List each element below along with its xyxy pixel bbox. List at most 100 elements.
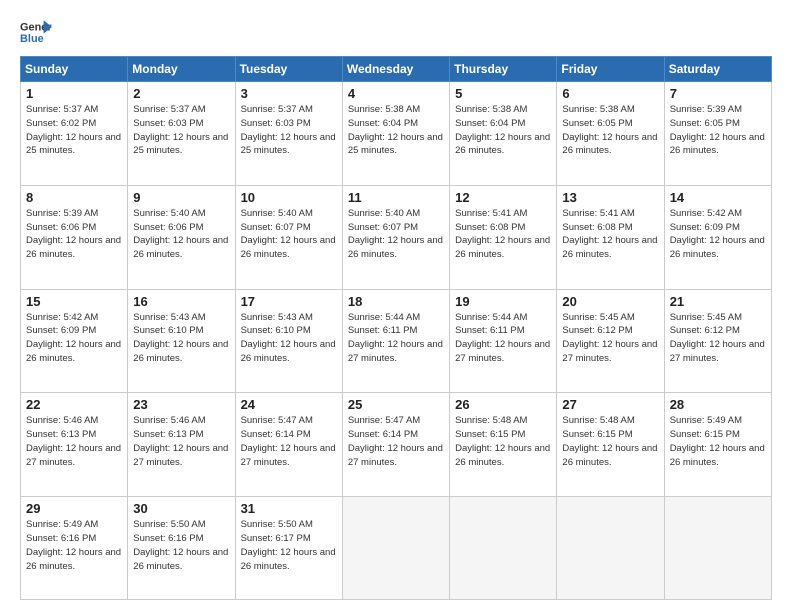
day-number: 24 [241,397,337,412]
weekday-tuesday: Tuesday [235,57,342,82]
week-row-2: 15 Sunrise: 5:42 AMSunset: 6:09 PMDayligh… [21,289,772,393]
day-cell-11: 11 Sunrise: 5:40 AMSunset: 6:07 PMDayligh… [342,185,449,289]
day-number: 15 [26,294,122,309]
day-number: 23 [133,397,229,412]
day-cell-21: 21Sunrise: 5:45 AMSunset: 6:12 PMDayligh… [664,289,771,393]
day-cell-28: 28Sunrise: 5:49 AMSunset: 6:15 PMDayligh… [664,393,771,497]
empty-cell [664,497,771,600]
empty-cell [557,497,664,600]
day-cell-12: 12 Sunrise: 5:41 AMSunset: 6:08 PMDayligh… [450,185,557,289]
day-cell-30: 30 Sunrise: 5:50 AMSunset: 6:16 PMDayligh… [128,497,235,600]
day-info: Sunrise: 5:40 AMSunset: 6:06 PMDaylight:… [133,207,229,262]
day-number: 28 [670,397,766,412]
page: General Blue SundayMondayTuesdayWednesda… [0,0,792,612]
day-info: Sunrise: 5:50 AMSunset: 6:16 PMDaylight:… [133,518,229,573]
day-cell-16: 16 Sunrise: 5:43 AMSunset: 6:10 PMDayligh… [128,289,235,393]
logo-icon: General Blue [20,18,52,46]
day-info: Sunrise: 5:42 AMSunset: 6:09 PMDaylight:… [26,311,122,366]
day-info: Sunrise: 5:47 AMSunset: 6:14 PMDaylight:… [241,414,337,469]
day-info: Sunrise: 5:48 AMSunset: 6:15 PMDaylight:… [455,414,551,469]
day-number: 18 [348,294,444,309]
day-info: Sunrise: 5:42 AMSunset: 6:09 PMDaylight:… [670,207,766,262]
empty-cell [342,497,449,600]
logo: General Blue [20,18,52,46]
week-row-1: 8 Sunrise: 5:39 AMSunset: 6:06 PMDaylight… [21,185,772,289]
header: General Blue [20,18,772,46]
day-cell-3: 3 Sunrise: 5:37 AMSunset: 6:03 PMDaylight… [235,82,342,186]
day-cell-23: 23 Sunrise: 5:46 AMSunset: 6:13 PMDayligh… [128,393,235,497]
day-number: 27 [562,397,658,412]
weekday-sunday: Sunday [21,57,128,82]
day-info: Sunrise: 5:46 AMSunset: 6:13 PMDaylight:… [26,414,122,469]
day-cell-1: 1 Sunrise: 5:37 AMSunset: 6:02 PMDaylight… [21,82,128,186]
day-cell-17: 17 Sunrise: 5:43 AMSunset: 6:10 PMDayligh… [235,289,342,393]
empty-cell [450,497,557,600]
day-number: 7 [670,86,766,101]
day-number: 8 [26,190,122,205]
day-number: 19 [455,294,551,309]
day-number: 30 [133,501,229,516]
day-cell-18: 18 Sunrise: 5:44 AMSunset: 6:11 PMDayligh… [342,289,449,393]
day-number: 14 [670,190,766,205]
day-cell-15: 15 Sunrise: 5:42 AMSunset: 6:09 PMDayligh… [21,289,128,393]
day-number: 10 [241,190,337,205]
day-info: Sunrise: 5:39 AMSunset: 6:06 PMDaylight:… [26,207,122,262]
day-info: Sunrise: 5:44 AMSunset: 6:11 PMDaylight:… [348,311,444,366]
day-info: Sunrise: 5:38 AMSunset: 6:04 PMDaylight:… [455,103,551,158]
day-cell-19: 19 Sunrise: 5:44 AMSunset: 6:11 PMDayligh… [450,289,557,393]
weekday-monday: Monday [128,57,235,82]
day-info: Sunrise: 5:37 AMSunset: 6:03 PMDaylight:… [241,103,337,158]
weekday-header-row: SundayMondayTuesdayWednesdayThursdayFrid… [21,57,772,82]
day-info: Sunrise: 5:49 AMSunset: 6:16 PMDaylight:… [26,518,122,573]
day-info: Sunrise: 5:38 AMSunset: 6:04 PMDaylight:… [348,103,444,158]
day-cell-4: 4Sunrise: 5:38 AMSunset: 6:04 PMDaylight… [342,82,449,186]
day-cell-2: 2Sunrise: 5:37 AMSunset: 6:03 PMDaylight… [128,82,235,186]
day-number: 1 [26,86,122,101]
day-info: Sunrise: 5:41 AMSunset: 6:08 PMDaylight:… [455,207,551,262]
svg-text:Blue: Blue [20,33,44,45]
day-number: 11 [348,190,444,205]
day-number: 5 [455,86,551,101]
day-info: Sunrise: 5:38 AMSunset: 6:05 PMDaylight:… [562,103,658,158]
week-row-4: 29 Sunrise: 5:49 AMSunset: 6:16 PMDayligh… [21,497,772,600]
weekday-thursday: Thursday [450,57,557,82]
day-number: 3 [241,86,337,101]
day-cell-6: 6Sunrise: 5:38 AMSunset: 6:05 PMDaylight… [557,82,664,186]
day-cell-13: 13 Sunrise: 5:41 AMSunset: 6:08 PMDayligh… [557,185,664,289]
day-cell-31: 31 Sunrise: 5:50 AMSunset: 6:17 PMDayligh… [235,497,342,600]
day-cell-10: 10 Sunrise: 5:40 AMSunset: 6:07 PMDayligh… [235,185,342,289]
day-info: Sunrise: 5:37 AMSunset: 6:02 PMDaylight:… [26,103,122,158]
day-info: Sunrise: 5:39 AMSunset: 6:05 PMDaylight:… [670,103,766,158]
day-number: 22 [26,397,122,412]
day-info: Sunrise: 5:40 AMSunset: 6:07 PMDaylight:… [241,207,337,262]
day-number: 25 [348,397,444,412]
day-cell-26: 26Sunrise: 5:48 AMSunset: 6:15 PMDayligh… [450,393,557,497]
day-info: Sunrise: 5:40 AMSunset: 6:07 PMDaylight:… [348,207,444,262]
day-number: 9 [133,190,229,205]
day-cell-24: 24 Sunrise: 5:47 AMSunset: 6:14 PMDayligh… [235,393,342,497]
day-info: Sunrise: 5:43 AMSunset: 6:10 PMDaylight:… [241,311,337,366]
day-cell-5: 5 Sunrise: 5:38 AMSunset: 6:04 PMDaylight… [450,82,557,186]
day-cell-22: 22 Sunrise: 5:46 AMSunset: 6:13 PMDayligh… [21,393,128,497]
day-info: Sunrise: 5:50 AMSunset: 6:17 PMDaylight:… [241,518,337,573]
day-info: Sunrise: 5:43 AMSunset: 6:10 PMDaylight:… [133,311,229,366]
day-cell-25: 25 Sunrise: 5:47 AMSunset: 6:14 PMDayligh… [342,393,449,497]
day-number: 13 [562,190,658,205]
day-number: 2 [133,86,229,101]
weekday-friday: Friday [557,57,664,82]
day-number: 29 [26,501,122,516]
day-info: Sunrise: 5:48 AMSunset: 6:15 PMDaylight:… [562,414,658,469]
day-info: Sunrise: 5:44 AMSunset: 6:11 PMDaylight:… [455,311,551,366]
day-number: 17 [241,294,337,309]
day-cell-14: 14 Sunrise: 5:42 AMSunset: 6:09 PMDayligh… [664,185,771,289]
day-number: 31 [241,501,337,516]
day-info: Sunrise: 5:41 AMSunset: 6:08 PMDaylight:… [562,207,658,262]
day-number: 12 [455,190,551,205]
day-info: Sunrise: 5:46 AMSunset: 6:13 PMDaylight:… [133,414,229,469]
day-cell-29: 29 Sunrise: 5:49 AMSunset: 6:16 PMDayligh… [21,497,128,600]
day-info: Sunrise: 5:47 AMSunset: 6:14 PMDaylight:… [348,414,444,469]
weekday-saturday: Saturday [664,57,771,82]
day-number: 16 [133,294,229,309]
weekday-wednesday: Wednesday [342,57,449,82]
day-info: Sunrise: 5:45 AMSunset: 6:12 PMDaylight:… [670,311,766,366]
